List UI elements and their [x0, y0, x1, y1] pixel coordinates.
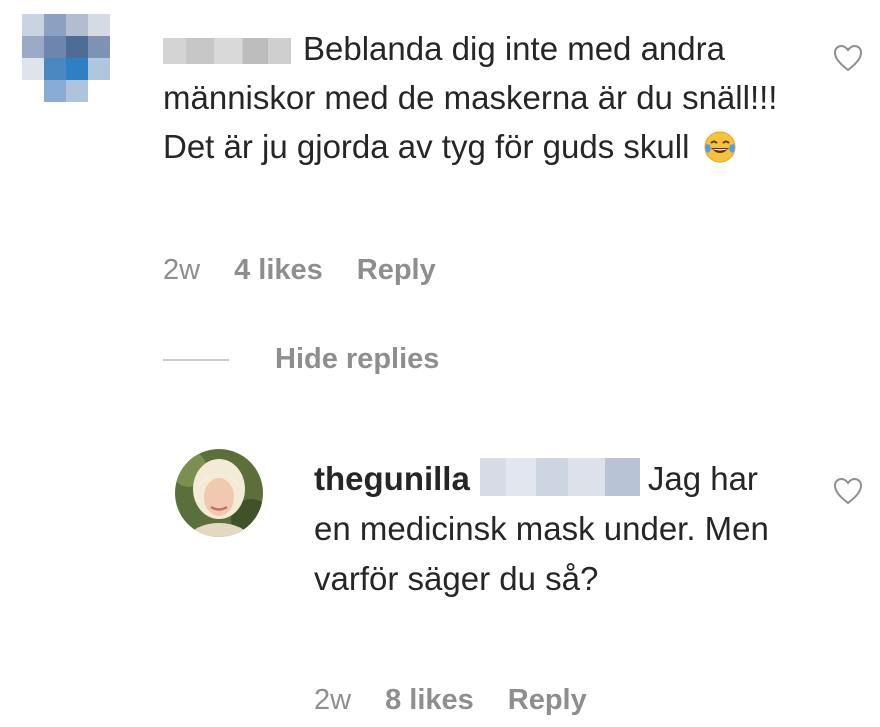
reply-username[interactable]: thegunilla: [314, 460, 470, 497]
hide-replies-button[interactable]: Hide replies: [163, 343, 439, 376]
heart-outline-icon[interactable]: [833, 44, 863, 72]
reply-meta-row: 2w 8 likes Reply: [314, 684, 587, 717]
comment-text-block: Beblanda dig inte med andra människor me…: [163, 24, 803, 171]
reply-timestamp: 2w: [314, 684, 352, 716]
comment-meta-row: 2w 4 likes Reply: [163, 254, 436, 287]
comment-likes-count[interactable]: 4 likes: [234, 254, 323, 287]
reply-avatar[interactable]: [175, 449, 263, 537]
comment-timestamp: 2w: [163, 254, 201, 286]
reply-reply-button[interactable]: Reply: [508, 684, 587, 717]
commenter-username-censored[interactable]: [163, 38, 291, 64]
reply-text-block: thegunilla Jag har en medicinsk mask unde…: [314, 454, 794, 604]
face-with-tears-of-joy-icon: [704, 131, 736, 163]
hide-replies-divider: [163, 358, 229, 361]
comment-reply-button[interactable]: Reply: [357, 254, 436, 287]
profile-photo-icon: [175, 449, 263, 537]
heart-outline-icon[interactable]: [833, 477, 863, 505]
commenter-avatar-censored[interactable]: [22, 14, 110, 102]
mention-username-censored[interactable]: [479, 458, 640, 496]
reply-likes-count[interactable]: 8 likes: [385, 684, 474, 717]
hide-replies-label: Hide replies: [275, 343, 440, 375]
